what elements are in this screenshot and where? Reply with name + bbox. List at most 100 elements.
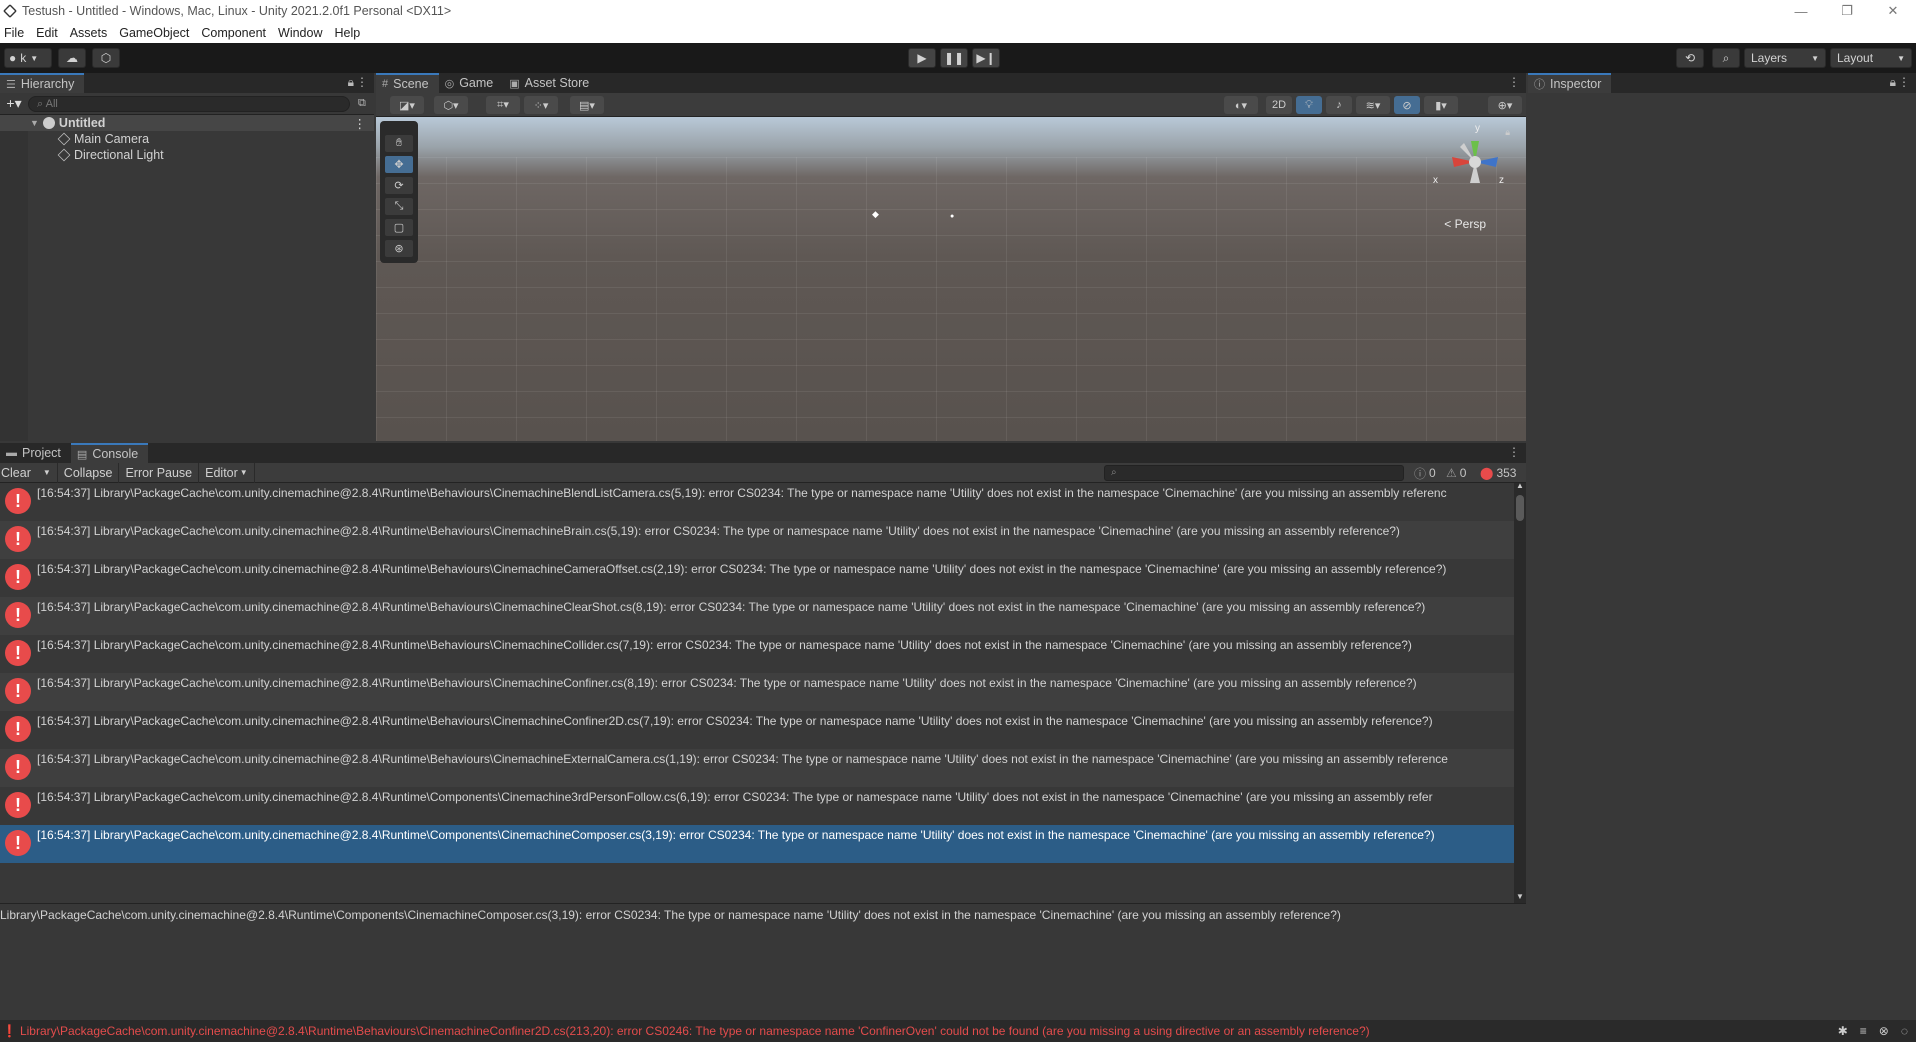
log-entry[interactable]: ! [16:54:37] Library\PackageCache\com.uni… xyxy=(0,521,1514,559)
hierarchy-search-input[interactable]: ⌕ All xyxy=(28,95,350,112)
rect-icon: ▢ xyxy=(393,222,405,234)
scene-tabbar: # Scene ◎ Game ▣ Asset Store ⋮ xyxy=(376,73,1526,93)
orientation-gizmo[interactable] xyxy=(1440,127,1510,197)
layout-dropdown[interactable]: Layout ▼ xyxy=(1830,48,1912,68)
tab-game[interactable]: ◎ Game xyxy=(439,73,504,93)
log-entry[interactable]: ! [16:54:37] Library\PackageCache\com.uni… xyxy=(0,787,1514,825)
lighting-toggle[interactable]: 💡︎ xyxy=(1296,96,1322,114)
scroll-down-icon[interactable]: ▼ xyxy=(1516,892,1524,901)
expand-arrow-icon[interactable]: ▼ xyxy=(30,118,39,128)
editor-dropdown[interactable]: Editor ▼ xyxy=(199,462,255,483)
account-dropdown[interactable]: ● k ▼ xyxy=(4,48,52,68)
draw-mode-dropdown[interactable]: ◪▾ xyxy=(390,96,424,114)
shading-dropdown[interactable]: ◐▾ xyxy=(1224,96,1258,114)
cache-server-icon[interactable]: ≡ xyxy=(1860,1024,1867,1038)
scroll-up-icon[interactable]: ▲ xyxy=(1516,481,1524,490)
info-count: 0 xyxy=(1429,466,1436,480)
tab-console[interactable]: ▤ Console xyxy=(70,443,149,463)
more-menu-icon[interactable]: ⋮ xyxy=(356,75,368,89)
tab-hierarchy[interactable]: ☰ Hierarchy xyxy=(0,73,85,93)
bug-icon[interactable]: ✱ xyxy=(1838,1024,1848,1038)
gizmos-dropdown[interactable]: ⊕▾ xyxy=(1488,96,1522,114)
rect-tool[interactable]: ▢ xyxy=(385,219,413,236)
menu-edit[interactable]: Edit xyxy=(32,26,66,40)
menu-component[interactable]: Component xyxy=(197,26,274,40)
error-icon: ! xyxy=(5,716,31,742)
hierarchy-item-main-camera[interactable]: Main Camera xyxy=(0,131,374,147)
log-entry[interactable]: ! [16:54:37] Library\PackageCache\com.uni… xyxy=(0,711,1514,749)
snap-increment-dropdown[interactable]: ⁘▾ xyxy=(524,96,558,114)
lock-icon[interactable]: 🔒︎ xyxy=(1890,75,1896,90)
more-menu-icon[interactable]: ⋮ xyxy=(1898,75,1910,89)
info-count-toggle[interactable]: ⓘ 0 xyxy=(1414,464,1436,482)
scene-viewport[interactable]: ✋︎ ✥ ⟳ ⤡ ▢ ⊛ ◆ ● y x z 🔒︎ < Persp xyxy=(376,117,1526,441)
hierarchy-item-directional-light[interactable]: Directional Light xyxy=(0,147,374,163)
ruler-dropdown[interactable]: ▤▾ xyxy=(570,96,604,114)
grid-snap-dropdown[interactable]: ⌗▾ xyxy=(486,96,520,114)
error-count-toggle[interactable]: ⬤ 353 xyxy=(1480,464,1516,482)
log-entry-selected[interactable]: ! [16:54:37] Library\PackageCache\com.uni… xyxy=(0,825,1514,863)
tab-inspector-label: Inspector xyxy=(1550,77,1602,91)
more-menu-icon[interactable]: ⋮ xyxy=(1508,445,1520,459)
auto-generate-lighting-icon[interactable]: ⊗ xyxy=(1879,1024,1889,1038)
log-entry[interactable]: ! [16:54:37] Library\PackageCache\com.uni… xyxy=(0,559,1514,597)
tab-asset-store[interactable]: ▣ Asset Store xyxy=(503,73,599,93)
menu-gameobject[interactable]: GameObject xyxy=(115,26,197,40)
camera-dropdown[interactable]: ▮▾ xyxy=(1424,96,1458,114)
console-search-input[interactable]: ⌕ xyxy=(1104,465,1404,481)
step-button[interactable]: ▶❙ xyxy=(972,48,1000,68)
log-entry[interactable]: ! [16:54:37] Library\PackageCache\com.uni… xyxy=(0,635,1514,673)
layers-dropdown[interactable]: Layers ▼ xyxy=(1744,48,1826,68)
play-button[interactable]: ▶ xyxy=(908,48,936,68)
lock-icon[interactable]: 🔒︎ xyxy=(348,75,354,90)
collapse-toggle[interactable]: Collapse xyxy=(58,462,120,483)
undo-history-button[interactable]: ⟲ xyxy=(1676,48,1704,68)
error-pause-toggle[interactable]: Error Pause xyxy=(119,462,200,483)
toggle-2d-button[interactable]: 2D xyxy=(1266,96,1292,114)
scene-row[interactable]: ▼ Untitled ⋮ xyxy=(0,115,374,131)
hand-tool[interactable]: ✋︎ xyxy=(385,135,413,152)
menu-file[interactable]: File xyxy=(0,26,32,40)
close-button[interactable]: ✕ xyxy=(1870,0,1916,22)
menu-assets[interactable]: Assets xyxy=(66,26,116,40)
cloud-button[interactable]: ☁ xyxy=(58,48,86,68)
log-entry[interactable]: ! [16:54:37] Library\PackageCache\com.uni… xyxy=(0,673,1514,711)
minimize-button[interactable]: — xyxy=(1778,0,1824,22)
scrollbar-thumb[interactable] xyxy=(1516,495,1524,521)
menu-help[interactable]: Help xyxy=(330,26,368,40)
pause-button[interactable]: ❚❚ xyxy=(940,48,968,68)
search-button[interactable]: ⌕ xyxy=(1712,48,1740,68)
add-object-button[interactable]: +▾ xyxy=(0,95,28,112)
tab-project[interactable]: ▬ Project xyxy=(0,443,71,463)
more-menu-icon[interactable]: ⋮ xyxy=(1508,75,1520,89)
effects-dropdown[interactable]: ≋▾ xyxy=(1356,96,1390,114)
audio-toggle[interactable]: ♪ xyxy=(1326,96,1352,114)
more-menu-icon[interactable]: ⋮ xyxy=(354,116,367,131)
restore-button[interactable]: ❐ xyxy=(1824,0,1870,22)
log-entry[interactable]: ! [16:54:37] Library\PackageCache\com.uni… xyxy=(0,597,1514,635)
collab-button[interactable]: ⬡ xyxy=(92,48,120,68)
light-gizmo-icon[interactable]: ● xyxy=(950,213,954,220)
camera-gizmo-icon[interactable]: ◆ xyxy=(872,209,879,220)
move-tool[interactable]: ✥ xyxy=(385,156,413,173)
gizmo-lock-icon[interactable]: 🔒︎ xyxy=(1505,127,1510,138)
scene-visibility-icon[interactable]: ⧉ xyxy=(358,97,366,110)
progress-icon[interactable]: ◌ xyxy=(1901,1024,1908,1038)
menu-window[interactable]: Window xyxy=(274,26,330,40)
log-entry[interactable]: ! [16:54:37] Library\PackageCache\com.uni… xyxy=(0,749,1514,787)
hidden-objects-toggle[interactable]: ⊘ xyxy=(1394,96,1420,114)
tab-inspector[interactable]: ⓘ Inspector xyxy=(1528,73,1612,93)
log-text: [16:54:37] Library\PackageCache\com.unit… xyxy=(37,790,1433,804)
status-message[interactable]: Library\PackageCache\com.unity.cinemachi… xyxy=(20,1024,1370,1038)
scale-tool[interactable]: ⤡ xyxy=(385,198,413,215)
projection-toggle[interactable]: < Persp xyxy=(1444,217,1486,231)
log-entry[interactable]: ! [16:54:37] Library\PackageCache\com.uni… xyxy=(0,483,1514,521)
tab-scene[interactable]: # Scene xyxy=(376,73,439,93)
clear-dropdown[interactable]: Clear ▼ xyxy=(0,462,58,483)
warning-count-toggle[interactable]: ⚠ 0 xyxy=(1446,464,1466,482)
rotate-tool[interactable]: ⟳ xyxy=(385,177,413,194)
transform-tool[interactable]: ⊛ xyxy=(385,240,413,257)
console-scrollbar[interactable]: ▲ ▼ xyxy=(1514,481,1526,903)
shopping-bag-icon: ▣ xyxy=(509,77,520,90)
pivot-dropdown[interactable]: ⬡▾ xyxy=(434,96,468,114)
